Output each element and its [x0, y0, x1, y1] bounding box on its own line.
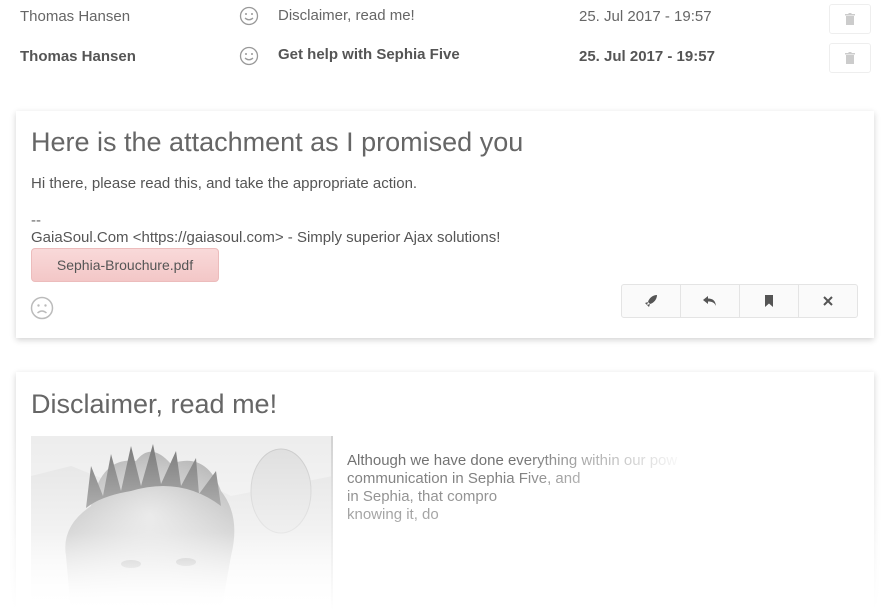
signature-text: GaiaSoul.Com <https://gaiasoul.com> - Si…: [31, 229, 501, 246]
signature-dash: --: [31, 212, 41, 229]
reply-button[interactable]: [681, 285, 740, 317]
message-actions: [621, 284, 858, 318]
message-date: 25. Jul 2017 - 19:57: [579, 48, 715, 65]
trash-icon: [845, 52, 855, 64]
delete-button[interactable]: [829, 43, 871, 73]
forward-button[interactable]: [622, 285, 681, 317]
attachment-button[interactable]: Sephia-Brouchure.pdf: [31, 248, 219, 282]
message-card: Here is the attachment as I promised you…: [16, 111, 874, 338]
message-subject: Get help with Sephia Five: [278, 46, 460, 63]
message-row[interactable]: Thomas Hansen Disclaimer, read me! 25. J…: [0, 0, 888, 40]
message-from: Thomas Hansen: [20, 8, 131, 25]
body-line: Although we have done everything within …: [347, 452, 678, 469]
message-row[interactable]: Thomas Hansen Get help with Sephia Five …: [0, 40, 888, 80]
message-title: Disclaimer, read me!: [31, 389, 278, 419]
bookmark-icon: [765, 295, 773, 307]
message-subject: Disclaimer, read me!: [278, 7, 415, 24]
close-button[interactable]: [799, 285, 857, 317]
trash-icon: [845, 13, 855, 25]
delete-button[interactable]: [829, 4, 871, 34]
author-photo: [31, 436, 333, 609]
message-from: Thomas Hansen: [20, 48, 136, 65]
message-date: 25. Jul 2017 - 19:57: [579, 8, 712, 25]
reply-icon: [703, 296, 716, 306]
body-line: communication in Sephia Five, and: [347, 470, 581, 487]
bookmark-button[interactable]: [740, 285, 799, 317]
close-icon: [823, 296, 833, 306]
rocket-icon: [645, 295, 657, 307]
sad-face-icon[interactable]: [30, 296, 54, 320]
message-body: Although we have done everything within …: [347, 452, 687, 524]
message-title: Here is the attachment as I promised you: [31, 127, 524, 157]
portrait-image: [31, 436, 331, 609]
message-body: Hi there, please read this, and take the…: [31, 175, 418, 192]
smiley-icon: [239, 6, 259, 26]
message-card: Disclaimer, read me! Although we have do…: [16, 372, 874, 609]
body-line: knowing it, do: [347, 506, 439, 523]
body-line: in Sephia, that compro: [347, 488, 498, 505]
smiley-icon: [239, 46, 259, 66]
